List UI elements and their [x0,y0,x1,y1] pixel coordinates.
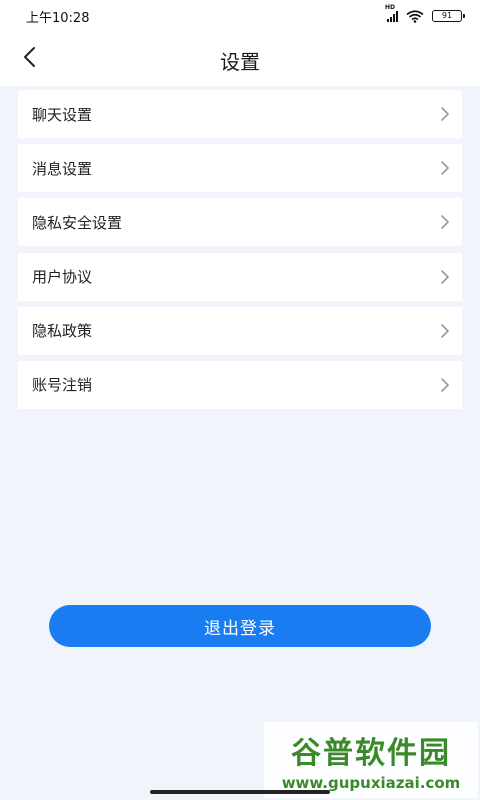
chevron-right-icon [441,269,449,284]
menu-item-chat-settings[interactable]: 聊天设置 [18,90,462,138]
wifi-icon [406,9,424,23]
menu-item-privacy-security[interactable]: 隐私安全设置 [18,198,462,247]
menu-item-label: 聊天设置 [32,105,93,124]
menu-item-label: 隐私安全设置 [32,213,123,232]
chevron-right-icon [441,161,449,175]
watermark-title: 谷普软件园 [291,736,451,771]
chevron-right-icon [441,215,449,230]
menu-item-label: 用户协议 [32,268,93,287]
menu-item-privacy-policy[interactable]: 隐私政策 [18,306,462,355]
menu-item-account-cancellation[interactable]: 账号注销 [18,360,462,409]
header: 设置 [0,32,480,86]
chevron-right-icon [441,378,449,392]
home-indicator[interactable] [150,790,330,794]
page-title: 设置 [220,50,260,74]
status-bar: 上午10:28 HD 91 [0,0,480,32]
menu-item-label: 账号注销 [32,376,93,395]
battery-icon: 91 [432,10,465,22]
menu-item-user-agreement[interactable]: 用户协议 [18,252,462,301]
status-icons: HD 91 [385,4,465,23]
logout-button[interactable]: 退出登录 [49,605,431,647]
watermark: 谷普软件园 www.gupuxiazai.com [264,722,478,798]
signal-icon: HD [385,4,398,22]
chevron-right-icon [441,323,449,338]
status-time: 上午10:28 [26,10,90,26]
menu-item-label: 消息设置 [32,159,93,178]
chevron-right-icon [441,107,449,121]
menu-item-message-settings[interactable]: 消息设置 [18,144,462,193]
hd-label: HD [385,4,396,11]
menu-item-label: 隐私政策 [32,322,93,341]
settings-menu: 聊天设置 消息设置 隐私安全设置 用户协议 隐私政策 账号注销 [18,90,462,415]
